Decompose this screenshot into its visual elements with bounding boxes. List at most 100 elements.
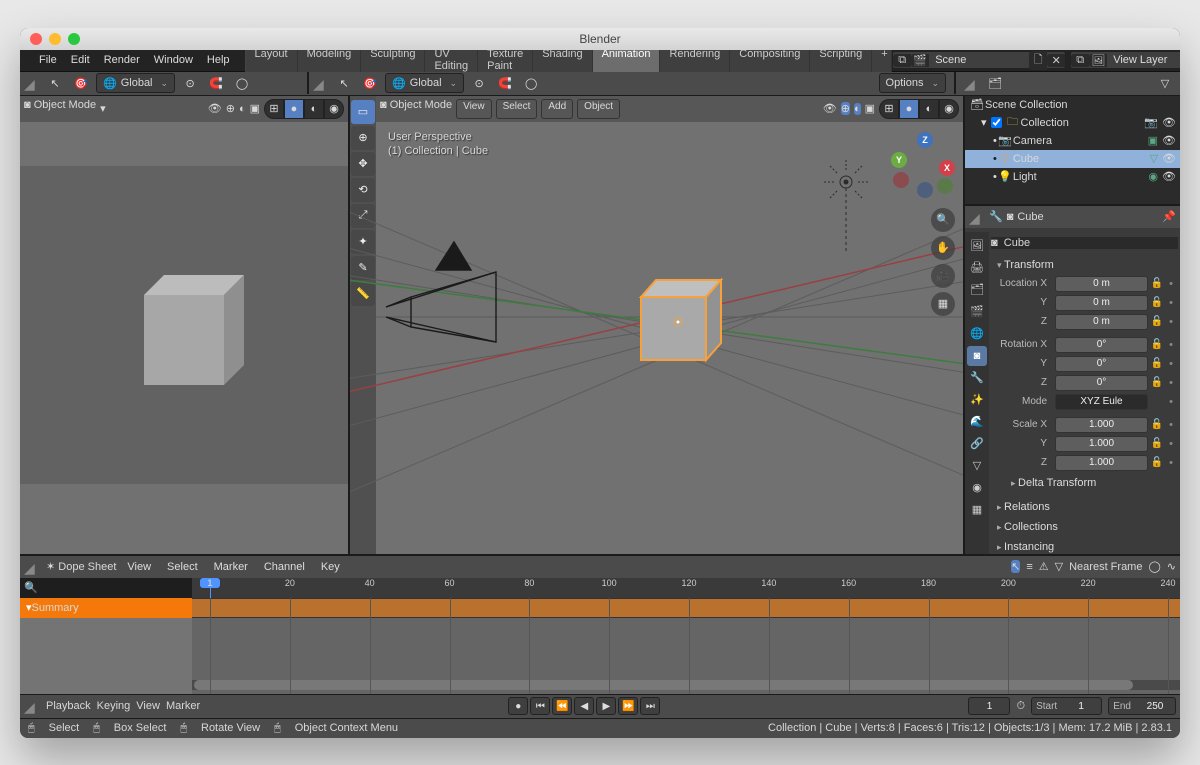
end-frame-field[interactable]: End250 xyxy=(1108,697,1176,715)
tool-scale[interactable]: ⤢ xyxy=(351,204,375,228)
timeline-scrollbar[interactable] xyxy=(192,680,1180,690)
axis-neg-x-icon[interactable] xyxy=(893,172,909,188)
area-corner-icon-dope[interactable]: ◢ xyxy=(24,560,38,574)
ws-sculpting[interactable]: Sculpting xyxy=(361,45,425,75)
axis-x-icon[interactable]: X xyxy=(939,160,955,176)
lock-icon[interactable]: 🔓 xyxy=(1150,297,1164,308)
lock-icon[interactable]: 🔓 xyxy=(1150,316,1164,327)
lock-icon[interactable]: 🔓 xyxy=(1150,377,1164,388)
tab-world[interactable]: 🌐 xyxy=(967,324,987,344)
menu-file[interactable]: File xyxy=(32,54,64,66)
axis-neg-y-icon[interactable] xyxy=(937,178,953,194)
orientation-dropdown-left[interactable]: 🌐Global xyxy=(96,73,175,93)
lock-icon[interactable]: 🔓 xyxy=(1150,358,1164,369)
mode-dropdown[interactable]: ◙ Object Mode xyxy=(380,99,452,119)
loc-y-field[interactable]: 0 m xyxy=(1055,295,1148,311)
options-dropdown[interactable]: Options xyxy=(879,73,946,93)
ws-texpaint[interactable]: Texture Paint xyxy=(478,45,533,75)
summary-channel[interactable]: ▾ Summary xyxy=(20,598,192,618)
mesh-data-icon[interactable]: ▽ xyxy=(1150,152,1158,165)
proportional-edit-icon[interactable]: ◯ xyxy=(231,73,253,93)
panel-relations[interactable]: Relations xyxy=(991,497,1178,517)
outliner-item-light[interactable]: • 💡Light◉👁 xyxy=(965,168,1180,186)
vp-menu-add[interactable]: Add xyxy=(541,99,573,119)
visibility-icon-2[interactable]: 👁 xyxy=(823,102,837,115)
keying-dropdown[interactable]: Keying xyxy=(97,700,131,712)
tab-object[interactable]: ◙ xyxy=(967,346,987,366)
rot-y-field[interactable]: 0° xyxy=(1055,356,1148,372)
loc-z-field[interactable]: 0 m xyxy=(1055,314,1148,330)
area-corner-icon-play[interactable]: ◢ xyxy=(24,699,38,713)
play-menu-marker[interactable]: Marker xyxy=(166,700,200,712)
scene-selector[interactable]: ⧉ 🎬 Scene 🗋 ✕ xyxy=(892,51,1066,69)
tab-particles[interactable]: ✨ xyxy=(967,390,987,410)
axis-y-icon[interactable]: Y xyxy=(891,152,907,168)
ws-layout[interactable]: Layout xyxy=(246,45,298,75)
keyframe-dot-icon[interactable]: • xyxy=(1166,278,1176,290)
preview-range-icon[interactable]: ⏱ xyxy=(1016,700,1025,713)
ws-compositing[interactable]: Compositing xyxy=(730,45,810,75)
menu-window[interactable]: Window xyxy=(147,54,200,66)
vp-menu-select[interactable]: Select xyxy=(496,99,538,119)
ws-rendering[interactable]: Rendering xyxy=(660,45,730,75)
area-corner-icon[interactable]: ◢ xyxy=(24,76,38,90)
lock-icon[interactable]: 🔓 xyxy=(1150,278,1164,289)
outliner-display-mode-icon[interactable]: 🗂 xyxy=(984,73,1006,93)
rot-x-field[interactable]: 0° xyxy=(1055,337,1148,353)
show-errors-icon[interactable]: ⚠ xyxy=(1039,560,1049,573)
object-name-field[interactable]: ◙ Cube xyxy=(991,237,1178,249)
keyframe-dot-icon[interactable]: • xyxy=(1166,358,1176,370)
eye-icon[interactable]: 👁 xyxy=(1162,152,1176,165)
tab-material[interactable]: ◉ xyxy=(967,478,987,498)
outliner-root[interactable]: 🗃Scene Collection xyxy=(965,96,1180,114)
dope-menu-marker[interactable]: Marker xyxy=(209,561,253,573)
main-viewport[interactable]: ▭ ⊕ ✥ ⟲ ⤢ ✦ ✎ 📏 ◙ Object Mode View Selec… xyxy=(350,96,963,554)
eye-icon[interactable]: 👁 xyxy=(1162,170,1176,183)
area-corner-icon-props[interactable]: ◢ xyxy=(969,210,983,224)
start-frame-field[interactable]: Start1 xyxy=(1031,697,1102,715)
shading-rendered[interactable]: ◉ xyxy=(939,99,959,119)
ws-add[interactable]: + xyxy=(872,45,892,75)
tab-texture[interactable]: ▦ xyxy=(967,500,987,520)
playback-dropdown[interactable]: Playback xyxy=(46,700,91,712)
restrict-render-icon[interactable]: 📷 xyxy=(1144,116,1158,129)
select-tool-icon[interactable]: ↖ xyxy=(1011,560,1020,573)
axis-neg-z-icon[interactable] xyxy=(917,182,933,198)
panel-collections[interactable]: Collections xyxy=(991,517,1178,537)
snap-toggle-icon-2[interactable]: 🧲 xyxy=(494,73,516,93)
pin-icon[interactable]: 📌 xyxy=(1162,210,1176,223)
tab-scene[interactable]: 🎬 xyxy=(967,302,987,322)
properties-editor-icon[interactable]: 🔧 xyxy=(989,210,1003,223)
keyframe-dot-icon[interactable]: • xyxy=(1166,396,1176,408)
tool-measure[interactable]: 📏 xyxy=(351,282,375,306)
cursor-icon[interactable]: 🎯 xyxy=(70,73,92,93)
scene-name[interactable]: Scene xyxy=(929,54,1029,66)
scale-y-field[interactable]: 1.000 xyxy=(1055,436,1148,452)
cursor-tool-icon[interactable]: ↖ xyxy=(44,73,66,93)
jump-end-button[interactable]: ⏭ xyxy=(640,697,660,715)
outliner-item-camera[interactable]: • 📷Camera▣👁 xyxy=(965,132,1180,150)
ws-modeling[interactable]: Modeling xyxy=(298,45,362,75)
eye-icon[interactable]: 👁 xyxy=(1162,116,1176,129)
tool-transform[interactable]: ✦ xyxy=(351,230,375,254)
proportional-edit-icon-2[interactable]: ◯ xyxy=(520,73,542,93)
tab-constraints[interactable]: 🔗 xyxy=(967,434,987,454)
menu-edit[interactable]: Edit xyxy=(64,54,97,66)
dope-editor-dropdown[interactable]: ✶ Dope Sheet xyxy=(46,560,116,573)
tool-rotate[interactable]: ⟲ xyxy=(351,178,375,202)
jump-start-button[interactable]: ⏮ xyxy=(530,697,550,715)
keyframe-dot-icon[interactable]: • xyxy=(1166,419,1176,431)
ws-shading[interactable]: Shading xyxy=(533,45,592,75)
scale-z-field[interactable]: 1.000 xyxy=(1055,455,1148,471)
scene-browse-icon[interactable]: ⧉ xyxy=(893,54,911,67)
dope-menu-channel[interactable]: Channel xyxy=(259,561,310,573)
scene-delete-icon[interactable]: ✕ xyxy=(1047,54,1065,67)
eye-icon[interactable]: 👁 xyxy=(1162,134,1176,147)
cursor-icon-2[interactable]: 🎯 xyxy=(359,73,381,93)
tab-render[interactable]: 🖼 xyxy=(967,236,987,256)
keyframe-next-button[interactable]: ⏩ xyxy=(618,697,638,715)
vp-menu-view[interactable]: View xyxy=(456,99,492,119)
dope-menu-key[interactable]: Key xyxy=(316,561,345,573)
keyframe-dot-icon[interactable]: • xyxy=(1166,339,1176,351)
channel-search[interactable]: 🔍 xyxy=(20,578,192,598)
